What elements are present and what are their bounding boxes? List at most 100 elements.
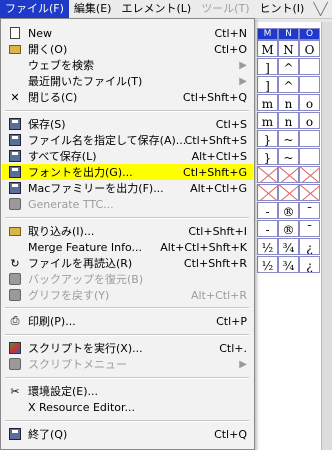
menu-item-x-resource-editor[interactable]: X Resource Editor... [2,399,253,415]
menu-item-revert-file[interactable]: ↻ ファイルを再読込(R) Ctl+Shft+R [2,255,253,271]
menu-item-quit[interactable]: 終了(Q) Ctl+Q [2,426,253,442]
glyph-cell[interactable]: } [257,148,278,165]
save-all-icon [8,149,22,163]
glyph-cell-header[interactable]: O [299,28,320,40]
open-folder-icon [8,42,22,56]
glyph-cell[interactable]: ¿ [299,238,320,255]
menubar-overflow-icon[interactable]: ╲╱ [309,2,331,16]
menu-item-shortcut: Ctl+Shft+S [184,133,247,147]
menu-item-print[interactable]: ⎙ 印刷(P)... Ctl+P [2,313,253,329]
menu-item-label: フォントを出力(G)... [28,166,133,179]
glyph-cell-header[interactable]: M [257,28,278,40]
generate-ttc-icon [8,197,22,211]
menu-separator [5,377,249,379]
glyph-cell[interactable] [257,184,278,201]
menu-item-merge-feature-info[interactable]: Merge Feature Info... Alt+Ctl+Shft+K [2,239,253,255]
save-as-icon [8,133,22,147]
menu-item-revert-glyph[interactable]: グリフを戻す(Y) Alt+Ctl+R [2,287,253,303]
glyph-cell[interactable] [299,148,320,165]
menu-item-label: Generate TTC... [28,197,114,211]
glyph-cell[interactable] [299,130,320,147]
menu-item-shortcut: Ctl+Shft+G [183,165,247,179]
glyph-cell[interactable]: ® [278,220,299,237]
menu-item-label: グリフを戻す(Y) [28,289,110,302]
menu-item-shortcut: Ctl+Shft+R [183,256,247,270]
menu-item-save-all[interactable]: すべて保存(L) Alt+Ctl+S [2,148,253,164]
glyph-cell[interactable]: ~ [278,130,299,147]
revert-glyph-icon [8,288,22,302]
menu-item-shortcut: Ctl+Shft+I [188,224,247,238]
glyph-cell[interactable]: ^ [278,76,299,93]
glyph-cell[interactable]: ^ [278,58,299,75]
glyph-cell[interactable]: m [257,94,278,111]
menu-file[interactable]: ファイル(F) [0,0,69,18]
glyph-cell[interactable]: _ [299,58,320,75]
menu-item-close[interactable]: ✕ 閉じる(C) Ctl+Shft+Q [2,89,253,105]
glyph-cell[interactable]: n [278,112,299,129]
menu-item-script-menu[interactable]: スクリプトメニュー ▶ [2,356,253,372]
glyph-cell[interactable] [299,184,320,201]
menu-item-label: New [28,26,52,40]
menu-edit[interactable]: 編集(E) [69,0,117,18]
glyph-cell[interactable] [278,166,299,183]
glyph-cell[interactable]: ¿ [299,256,320,273]
menu-item-label: 印刷(P)... [28,315,76,328]
glyph-cell[interactable]: ] [257,76,278,93]
glyph-cell[interactable]: n [278,94,299,111]
glyph-cell[interactable]: ½ [257,238,278,255]
menu-item-save-as[interactable]: ファイル名を指定して保存(A)... Ctl+Shft+S [2,132,253,148]
menu-item-generate-mac-family[interactable]: Macファミリーを出力(F)... Alt+Ctl+G [2,180,253,196]
glyph-cell[interactable]: ~ [278,148,299,165]
glyph-cell[interactable]: o [299,112,320,129]
menu-item-web-search[interactable]: ウェブを検索 ▶ [2,57,253,73]
glyph-cell[interactable]: ¯ [299,220,320,237]
menu-item-open[interactable]: 開く(O) Ctl+O [2,41,253,57]
menu-item-label: 最近開いたファイル(T) [28,75,143,88]
menu-item-label: 開く(O) [28,43,68,56]
menu-item-generate-ttc[interactable]: Generate TTC... [2,196,253,212]
menu-item-label: 閉じる(C) [28,91,78,104]
menu-item-label: 終了(Q) [28,428,68,441]
menu-item-restore-backup[interactable]: バックアップを復元(B) [2,271,253,287]
glyph-cell[interactable]: M [257,40,278,57]
menu-item-save[interactable]: 保存(S) Ctl+S [2,116,253,132]
menu-tools[interactable]: ツール(T) [196,0,254,18]
menu-item-label: 保存(S) [28,118,66,131]
menu-item-execute-script[interactable]: スクリプトを実行(X)... Ctl+. [2,340,253,356]
menu-separator [5,110,249,112]
menu-item-label: ファイルを再読込(R) [28,257,133,270]
quit-door-icon [8,427,22,441]
menu-item-new[interactable]: New Ctl+N [2,25,253,41]
menu-item-shortcut: Ctl+. [219,341,247,355]
menu-item-recent-files[interactable]: 最近開いたファイル(T) ▶ [2,73,253,89]
glyph-cell[interactable]: o [299,94,320,111]
vertical-scrollbar[interactable] [321,22,332,450]
glyph-cell[interactable]: ] [257,58,278,75]
menu-item-shortcut: Ctl+Q [214,427,247,441]
menu-item-preferences[interactable]: ✂ 環境設定(E)... [2,383,253,399]
glyph-cell[interactable]: m [257,112,278,129]
glyph-cell[interactable]: ® [278,202,299,219]
glyph-cell[interactable] [278,184,299,201]
menu-item-import[interactable]: 取り込み(I)... Ctl+Shft+I [2,223,253,239]
menu-hints[interactable]: ヒント(I) [255,0,310,18]
glyph-cell[interactable]: _ [299,76,320,93]
menu-separator [5,307,249,309]
glyph-cell[interactable]: - [257,202,278,219]
menu-item-generate-fonts[interactable]: フォントを出力(G)... Ctl+Shft+G [2,164,253,180]
glyph-cell[interactable]: ½ [257,256,278,273]
glyph-cell[interactable]: ¾ [278,238,299,255]
glyph-cell-header[interactable]: N [278,28,299,40]
glyph-cell[interactable]: } [257,130,278,147]
preferences-tools-icon: ✂ [10,384,20,398]
glyph-cell[interactable]: ¯ [299,202,320,219]
glyph-cell[interactable]: ¾ [278,256,299,273]
glyph-cell[interactable] [299,166,320,183]
menu-item-label: すべて保存(L) [28,150,97,163]
glyph-cell[interactable] [257,166,278,183]
script-menu-icon [8,357,22,371]
menu-element[interactable]: エレメント(L) [116,0,196,18]
glyph-cell[interactable]: O [299,40,320,57]
glyph-cell[interactable]: N [278,40,299,57]
glyph-cell[interactable]: - [257,220,278,237]
